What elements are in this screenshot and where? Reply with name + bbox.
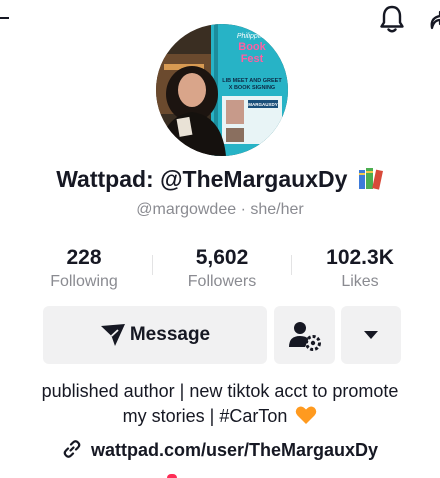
username: @margowdee · she/her [136, 201, 304, 218]
stat-divider [291, 255, 292, 275]
message-button[interactable]: Message [43, 306, 267, 364]
share-arrow-icon[interactable] [426, 6, 440, 32]
more-options-button[interactable] [341, 306, 401, 364]
bell-icon[interactable] [378, 4, 406, 34]
send-icon [100, 324, 125, 346]
poster-text-6: MARGAUXDY [248, 102, 278, 107]
stat-followers[interactable]: 5,602 Followers [157, 246, 287, 292]
follow-settings-button[interactable] [274, 306, 335, 364]
profile-link-text: wattpad.com/user/TheMargauxDy [90, 440, 379, 460]
following-label: Following [50, 273, 118, 290]
poster-text-2: Book [238, 41, 266, 53]
bio-line-2: my stories | #CarTon [0, 405, 440, 427]
bio-line-2-text: my stories | #CarTon [122, 406, 288, 426]
profile-link[interactable]: wattpad.com/user/TheMargauxDy [0, 439, 440, 461]
stat-divider [152, 255, 153, 275]
bio-line-1: published author | new tiktok acct to pr… [41, 381, 399, 401]
stat-following[interactable]: 228 Following [19, 246, 149, 292]
display-name: Wattpad: @TheMargauxDy [0, 166, 440, 193]
user-settings-icon [288, 322, 321, 351]
likes-label: Likes [341, 273, 379, 290]
books-emoji [358, 168, 383, 190]
message-label: Message [129, 324, 211, 345]
poster-text-4: LIB MEET AND GREET [222, 78, 282, 84]
poster-text-1: Philippine [237, 33, 267, 40]
caret-down-icon [364, 331, 378, 339]
display-name-text: Wattpad: @TheMargauxDy [56, 166, 348, 192]
back-arrow-icon[interactable] [0, 17, 9, 19]
poster-text-3: Fest [241, 53, 264, 65]
followers-label: Followers [187, 273, 257, 290]
avatar[interactable]: Philippine Book Fest LIB MEET AND GREET … [156, 24, 288, 156]
accent-dot [167, 474, 177, 478]
likes-count: 102.3K [326, 246, 394, 269]
followers-count: 5,602 [195, 246, 249, 269]
orange-heart-emoji [296, 406, 317, 424]
stat-likes[interactable]: 102.3K Likes [295, 246, 425, 292]
link-icon [63, 440, 81, 458]
following-count: 228 [66, 246, 102, 269]
poster-text-5: X BOOK SIGNING [229, 85, 275, 91]
avatar-photo: Philippine Book Fest LIB MEET AND GREET … [156, 24, 288, 156]
